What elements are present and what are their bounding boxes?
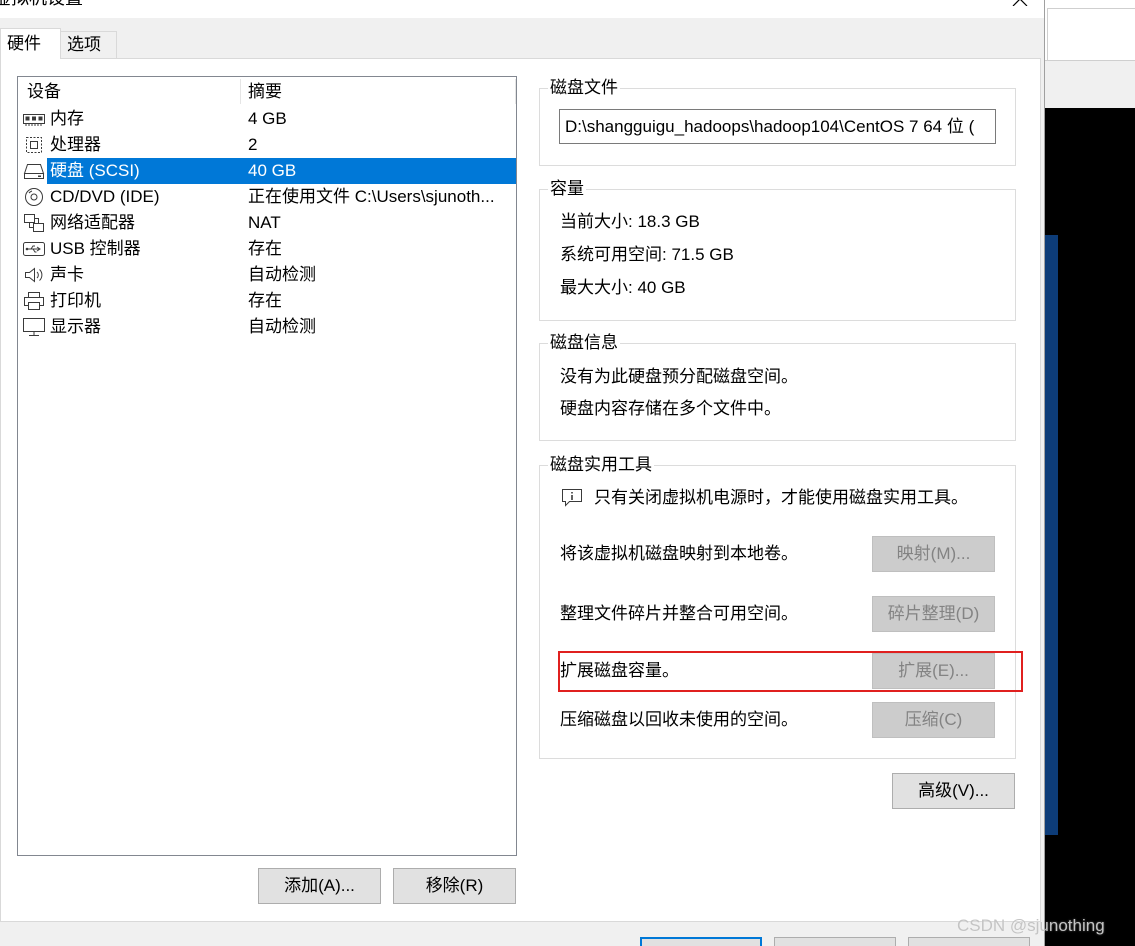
list-header: 设备 摘要	[18, 77, 516, 106]
device-summary: 自动检测	[248, 317, 316, 336]
memory-icon	[22, 109, 46, 129]
device-name: 内存	[50, 109, 84, 128]
disk-file-group: 磁盘文件 D:\shangguigu_hadoops\hadoop104\Cen…	[539, 78, 1016, 166]
device-row-network-adapter[interactable]: 网络适配器 NAT	[18, 210, 516, 236]
window-title: 虚拟机设置	[0, 0, 83, 9]
background-window-area	[1045, 0, 1135, 946]
defragment-button[interactable]: 碎片整理(D)	[872, 596, 995, 632]
tab-hardware[interactable]: 硬件	[0, 28, 61, 59]
device-name: 显示器	[50, 317, 101, 336]
device-row-content: 内存 4 GB	[47, 106, 516, 132]
map-description: 将该虚拟机磁盘映射到本地卷。	[560, 544, 798, 563]
background-window-panel	[1045, 235, 1058, 835]
printer-icon	[22, 291, 46, 311]
capacity-group: 容量 当前大小: 18.3 GB 系统可用空间: 71.5 GB 最大大小: 4…	[539, 179, 1016, 321]
device-summary: 正在使用文件 C:\Users\sjunoth...	[248, 187, 495, 206]
device-row-content: 处理器 2	[47, 132, 516, 158]
compact-button[interactable]: 压缩(C)	[872, 702, 995, 738]
device-summary: NAT	[248, 213, 281, 232]
device-row-content: 声卡 自动检测	[47, 262, 516, 288]
device-name: 网络适配器	[50, 213, 135, 232]
device-name: 打印机	[50, 291, 101, 310]
background-window-header	[1045, 0, 1135, 60]
processor-icon	[22, 135, 46, 155]
device-summary: 2	[248, 135, 258, 154]
dialog-footer-button-primary[interactable]	[640, 937, 762, 946]
device-summary: 40 GB	[248, 161, 297, 180]
device-row-display[interactable]: 显示器 自动检测	[18, 314, 516, 340]
advanced-button[interactable]: 高级(V)...	[892, 773, 1015, 809]
close-icon[interactable]	[1012, 0, 1028, 6]
system-free-space: 系统可用空间: 71.5 GB	[560, 245, 734, 264]
device-row-content: CD/DVD (IDE) 正在使用文件 C:\Users\sjunoth...	[47, 184, 516, 210]
disk-info-group: 磁盘信息 没有为此硬盘预分配磁盘空间。 硬盘内容存储在多个文件中。	[539, 333, 1016, 441]
group-title: 容量	[548, 179, 586, 199]
disk-utilities-group: 磁盘实用工具 只有关闭虚拟机电源时，才能使用磁盘实用工具。 将该虚拟机磁盘映射到…	[539, 455, 1016, 759]
device-row-content: 网络适配器 NAT	[47, 210, 516, 236]
remove-device-button[interactable]: 移除(R)	[393, 868, 516, 904]
compact-description: 压缩磁盘以回收未使用的空间。	[560, 710, 798, 729]
group-title: 磁盘实用工具	[548, 455, 654, 475]
expand-highlight-box	[558, 651, 1023, 692]
device-row-content: 硬盘 (SCSI) 40 GB	[47, 158, 516, 184]
map-button[interactable]: 映射(M)...	[872, 536, 995, 572]
sound-card-icon	[22, 265, 46, 285]
device-summary: 自动检测	[248, 265, 316, 284]
defragment-description: 整理文件碎片并整合可用空间。	[560, 604, 798, 623]
background-window-toolbar	[1045, 60, 1135, 108]
disk-file-path-field[interactable]: D:\shangguigu_hadoops\hadoop104\CentOS 7…	[559, 109, 996, 144]
device-name: 声卡	[50, 265, 84, 284]
device-name: 处理器	[50, 135, 101, 154]
disk-info-line: 硬盘内容存储在多个文件中。	[560, 399, 781, 418]
device-row-processor[interactable]: 处理器 2	[18, 132, 516, 158]
device-row-printer[interactable]: 打印机 存在	[18, 288, 516, 314]
device-row-sound-card[interactable]: 声卡 自动检测	[18, 262, 516, 288]
device-row-hard-disk[interactable]: 硬盘 (SCSI) 40 GB	[18, 158, 516, 184]
group-title: 磁盘文件	[548, 78, 620, 98]
device-name: 硬盘 (SCSI)	[50, 161, 140, 180]
vm-settings-dialog: 虚拟机设置 硬件 选项 设备 摘要 内存 4 GB 处理器 2	[0, 0, 1044, 946]
current-size: 当前大小: 18.3 GB	[560, 212, 700, 231]
column-header-summary[interactable]: 摘要	[248, 77, 282, 106]
hard-disk-icon	[22, 161, 46, 181]
device-summary: 存在	[248, 239, 282, 258]
cd-dvd-icon	[22, 187, 46, 207]
tab-options[interactable]: 选项	[60, 31, 117, 58]
watermark: CSDN @sjunothing	[957, 916, 1105, 935]
maximum-size: 最大大小: 40 GB	[560, 278, 686, 297]
network-adapter-icon	[22, 213, 46, 233]
device-row-content: USB 控制器 存在	[47, 236, 516, 262]
device-row-usb-controller[interactable]: USB 控制器 存在	[18, 236, 516, 262]
column-header-device[interactable]: 设备	[27, 77, 61, 106]
title-bar: 虚拟机设置	[0, 0, 1044, 18]
column-divider[interactable]	[240, 79, 241, 104]
device-row-cd-dvd[interactable]: CD/DVD (IDE) 正在使用文件 C:\Users\sjunoth...	[18, 184, 516, 210]
device-name: CD/DVD (IDE)	[50, 187, 160, 206]
add-device-button[interactable]: 添加(A)...	[258, 868, 381, 904]
device-row-content: 显示器 自动检测	[47, 314, 516, 340]
group-title: 磁盘信息	[548, 333, 620, 353]
device-summary: 4 GB	[248, 109, 287, 128]
dialog-footer-button[interactable]	[774, 937, 896, 946]
device-name: USB 控制器	[50, 239, 141, 258]
usb-icon	[22, 239, 46, 259]
column-divider[interactable]	[515, 79, 516, 104]
device-list[interactable]: 设备 摘要 内存 4 GB 处理器 2 硬盘 (SCSI) 40 GB CD/D…	[17, 76, 517, 856]
monitor-icon	[22, 317, 46, 337]
background-window-frame	[1047, 8, 1135, 60]
dialog-footer-button[interactable]	[908, 937, 1030, 946]
utilities-notice: 只有关闭虚拟机电源时，才能使用磁盘实用工具。	[594, 488, 968, 507]
device-summary: 存在	[248, 291, 282, 310]
info-icon	[561, 488, 583, 508]
disk-file-path: D:\shangguigu_hadoops\hadoop104\CentOS 7…	[565, 117, 975, 136]
device-row-content: 打印机 存在	[47, 288, 516, 314]
device-row-memory[interactable]: 内存 4 GB	[18, 106, 516, 132]
disk-info-line: 没有为此硬盘预分配磁盘空间。	[560, 367, 798, 386]
